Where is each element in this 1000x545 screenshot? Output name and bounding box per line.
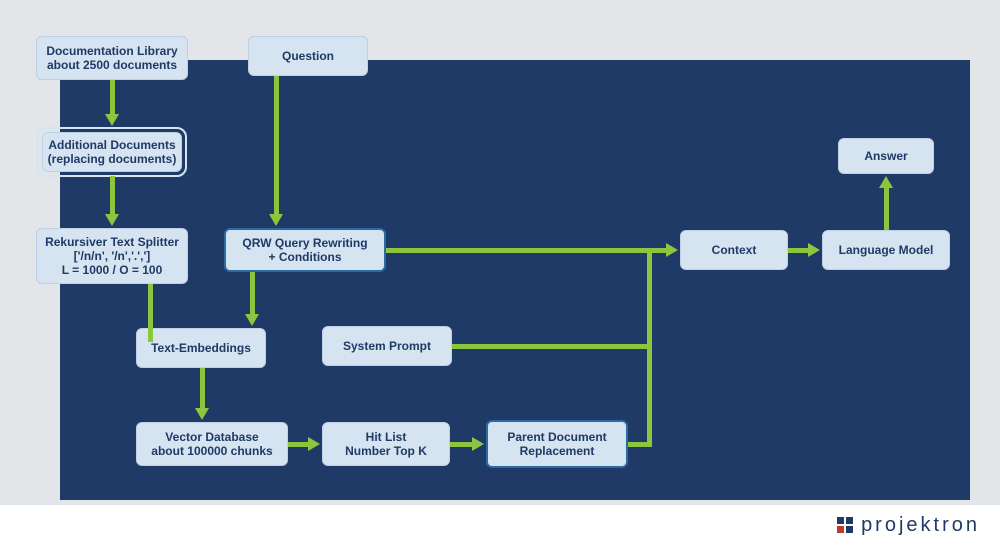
brand-logo: projektron: [837, 514, 980, 537]
node-embeddings: Text-Embeddings: [136, 328, 266, 368]
arrow-head-icon: [105, 214, 119, 226]
arrow-head-icon: [808, 243, 820, 257]
node-text: System Prompt: [343, 339, 431, 353]
arrow: [110, 80, 115, 116]
node-text: Text-Embeddings: [151, 341, 251, 355]
arrow: [788, 248, 810, 253]
node-text: Documentation Library: [46, 44, 177, 58]
arrow-head-icon: [195, 408, 209, 420]
arrow: [288, 442, 310, 447]
arrow: [200, 368, 205, 410]
canvas: Documentation Library about 2500 documen…: [0, 0, 1000, 545]
arrow: [274, 76, 279, 216]
node-question: Question: [248, 36, 368, 76]
node-text: (replacing documents): [48, 152, 177, 166]
node-text: + Conditions: [269, 250, 342, 264]
footer: projektron: [0, 505, 1000, 545]
arrow: [110, 176, 115, 216]
node-text: Number Top K: [345, 444, 427, 458]
arrow-head-icon: [245, 314, 259, 326]
arrow-head-icon: [879, 176, 893, 188]
node-doc-library: Documentation Library about 2500 documen…: [36, 36, 188, 80]
arrow: [452, 344, 652, 349]
arrow-head-icon: [269, 214, 283, 226]
node-text: Answer: [864, 149, 907, 163]
node-text: Vector Database: [165, 430, 258, 444]
node-text-splitter: Rekursiver Text Splitter ['/n/n', '/n','…: [36, 228, 188, 284]
node-text: QRW Query Rewriting: [242, 236, 367, 250]
arrow: [647, 248, 652, 349]
node-text: Context: [712, 243, 757, 257]
node-text: L = 1000 / O = 100: [62, 263, 163, 277]
arrow-head-icon: [666, 243, 678, 257]
arrow: [386, 248, 668, 253]
node-text: ['/n/n', '/n','.',']: [74, 249, 151, 263]
node-text: Parent Document: [507, 430, 606, 444]
node-text: Hit List: [366, 430, 407, 444]
node-hitlist: Hit List Number Top K: [322, 422, 450, 466]
arrow: [148, 284, 153, 342]
node-context: Context: [680, 230, 788, 270]
arrow: [250, 272, 255, 316]
arrow: [450, 442, 474, 447]
arrow-head-icon: [308, 437, 320, 451]
brand-name: projektron: [861, 514, 980, 537]
node-additional-docs: Additional Documents (replacing document…: [42, 132, 182, 172]
node-text: about 100000 chunks: [151, 444, 272, 458]
node-answer: Answer: [838, 138, 934, 174]
node-text: Additional Documents: [48, 138, 175, 152]
node-text: about 2500 documents: [47, 58, 177, 72]
arrow: [884, 186, 889, 230]
arrow-head-icon: [472, 437, 484, 451]
node-text: Question: [282, 49, 334, 63]
node-text: Rekursiver Text Splitter: [45, 235, 179, 249]
node-text: Replacement: [520, 444, 595, 458]
arrow: [647, 344, 652, 447]
arrow-head-icon: [105, 114, 119, 126]
diagram-stage: Documentation Library about 2500 documen…: [30, 30, 970, 500]
node-qrw: QRW Query Rewriting + Conditions: [224, 228, 386, 272]
node-text: Language Model: [839, 243, 934, 257]
node-parent-replacement: Parent Document Replacement: [486, 420, 628, 468]
logo-mark-icon: [837, 517, 853, 533]
node-language-model: Language Model: [822, 230, 950, 270]
node-vector-db: Vector Database about 100000 chunks: [136, 422, 288, 466]
node-system-prompt: System Prompt: [322, 326, 452, 366]
